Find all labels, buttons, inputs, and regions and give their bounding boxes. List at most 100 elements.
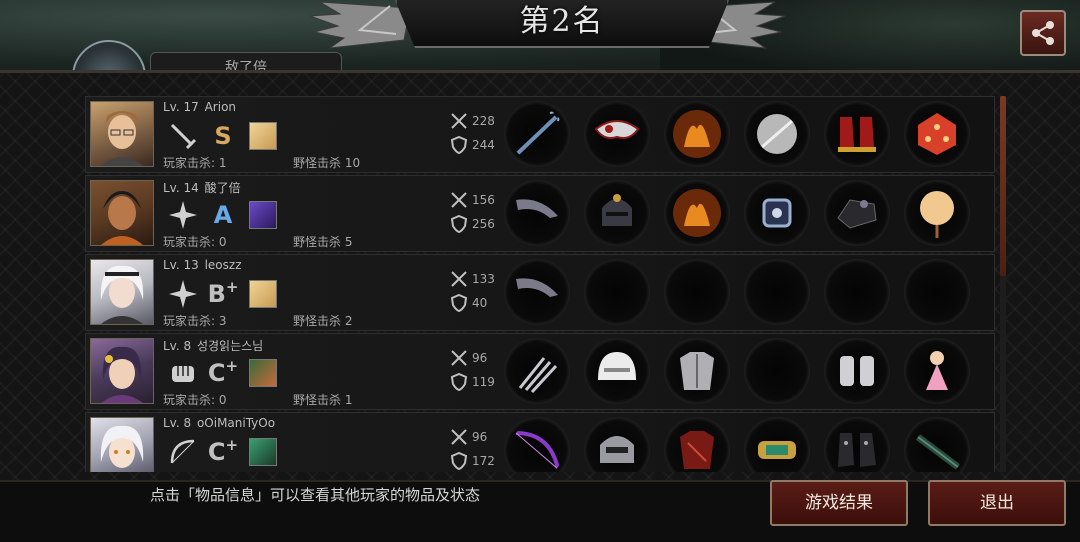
- bow-icon: [163, 435, 203, 469]
- exit-button[interactable]: 退出: [928, 480, 1066, 526]
- skill-icon[interactable]: [249, 359, 277, 387]
- item-slot-weapon[interactable]: [504, 259, 570, 325]
- item-slot-head[interactable]: [584, 417, 650, 472]
- player-grade: C+: [207, 436, 239, 466]
- share-icon: [1032, 21, 1054, 45]
- player-grade: S: [214, 122, 232, 150]
- player-name: 酸了倍: [204, 181, 241, 195]
- player-avatar[interactable]: [90, 180, 154, 246]
- defense-value: 119: [472, 375, 495, 389]
- defense-value: 256: [472, 217, 495, 231]
- monster-kills: 野怪击杀 5: [293, 235, 353, 249]
- player-avatar[interactable]: [90, 338, 154, 404]
- item-slot-special[interactable]: [904, 101, 970, 167]
- steel-helmet-icon: [600, 436, 634, 463]
- item-slot-armor[interactable]: [664, 180, 730, 246]
- skill-icon[interactable]: [249, 122, 277, 150]
- item-slot-boots[interactable]: [824, 259, 890, 325]
- item-slot-head[interactable]: [584, 101, 650, 167]
- item-slot-boots[interactable]: [824, 417, 890, 472]
- item-slot-armor[interactable]: [664, 417, 730, 472]
- gauntlet-icon: [840, 356, 874, 386]
- shield-icon: [450, 294, 468, 312]
- player-grade: B+: [207, 278, 239, 308]
- player-grade: C+: [207, 357, 239, 387]
- attack-value: 96: [472, 351, 488, 365]
- item-slot-boots[interactable]: [824, 180, 890, 246]
- purple-bow-icon: [515, 431, 560, 470]
- item-slot-special[interactable]: [904, 417, 970, 472]
- player-row[interactable]: Lv. 14 酸了倍 A 玩家击杀: 0 野怪击杀 5 156 256: [85, 175, 995, 252]
- attack-icon: [451, 350, 467, 366]
- dark-boots-icon: [838, 433, 876, 467]
- player-avatar[interactable]: [90, 259, 154, 325]
- bracelet-icon: [762, 198, 792, 228]
- player-list[interactable]: Lv. 17 Arion S 玩家击杀: 1 野怪击杀 10 228 244 Lv…: [85, 96, 995, 472]
- item-slot-accessory[interactable]: [744, 417, 810, 472]
- game-result-button[interactable]: 游戏结果: [770, 480, 908, 526]
- item-slot-special[interactable]: [904, 259, 970, 325]
- page-title: 第2名: [519, 4, 605, 39]
- gold-bracer-icon: [758, 441, 796, 459]
- item-slot-armor[interactable]: [664, 101, 730, 167]
- attack-icon: [451, 271, 467, 287]
- lollipop-icon: [920, 191, 954, 238]
- attack-value: 156: [472, 193, 495, 207]
- player-kills: 玩家击杀: 3 野怪击杀 2: [163, 314, 353, 328]
- boomerang-icon: [516, 278, 558, 297]
- shuriken-icon: [163, 198, 203, 232]
- share-button[interactable]: [1020, 10, 1066, 56]
- spyglass-icon: [915, 434, 961, 470]
- player-name: Arion: [204, 100, 237, 114]
- player-avatar[interactable]: [90, 417, 154, 472]
- shield-icon: [450, 215, 468, 233]
- player-name: 성경읽는스님: [196, 339, 264, 353]
- item-slot-accessory[interactable]: [744, 101, 810, 167]
- rank-title-plate: 第2名: [395, 0, 729, 48]
- item-slot-head[interactable]: [584, 259, 650, 325]
- plate-armor-icon: [680, 352, 714, 390]
- item-slot-accessory[interactable]: [744, 338, 810, 404]
- item-slot-armor[interactable]: [664, 259, 730, 325]
- player-kills: 玩家击杀: 1 野怪击杀 10: [163, 156, 361, 170]
- player-level: Lv. 17 Arion: [163, 100, 237, 114]
- attack-value: 96: [472, 430, 488, 444]
- item-slot-accessory[interactable]: [744, 180, 810, 246]
- item-slot-weapon[interactable]: [504, 180, 570, 246]
- player-row[interactable]: Lv. 17 Arion S 玩家击杀: 1 野怪击杀 10 228 244: [85, 96, 995, 173]
- red-boots-icon: [838, 117, 876, 152]
- player-name: oOiManiTyOo: [196, 416, 276, 430]
- player-avatar[interactable]: [90, 101, 154, 167]
- shield-icon: [450, 452, 468, 470]
- item-slot-special[interactable]: [904, 338, 970, 404]
- item-slot-weapon[interactable]: [504, 417, 570, 472]
- item-slot-boots[interactable]: [824, 338, 890, 404]
- monster-kills: 野怪击杀 2: [293, 314, 353, 328]
- hint-text: 点击「物品信息」可以查看其他玩家的物品及状态: [150, 486, 481, 504]
- scrollbar-thumb[interactable]: [1000, 96, 1006, 276]
- red-dice-icon: [918, 113, 956, 155]
- skill-icon[interactable]: [249, 438, 277, 466]
- player-row[interactable]: Lv. 8 성경읽는스님 C+ 玩家击杀: 0 野怪击杀 1 96 119: [85, 333, 995, 410]
- item-slot-weapon[interactable]: [504, 338, 570, 404]
- shield-icon: [450, 373, 468, 391]
- item-slot-special[interactable]: [904, 180, 970, 246]
- item-slot-weapon[interactable]: [504, 101, 570, 167]
- player-name: leoszz: [204, 258, 242, 272]
- player-level: Lv. 8 oOiManiTyOo: [163, 416, 276, 430]
- player-level: Lv. 13 leoszz: [163, 258, 242, 272]
- player-level: Lv. 8 성경읽는스님: [163, 339, 264, 353]
- item-slot-armor[interactable]: [664, 338, 730, 404]
- player-kills: 玩家击杀: 0 野怪击杀 5: [163, 235, 353, 249]
- flame-armor-icon: [673, 110, 721, 158]
- claw-icon: [518, 357, 558, 394]
- player-row[interactable]: Lv. 13 leoszz B+ 玩家击杀: 3 野怪击杀 2 133 40: [85, 254, 995, 331]
- skill-icon[interactable]: [249, 280, 277, 308]
- item-slot-head[interactable]: [584, 180, 650, 246]
- item-slot-accessory[interactable]: [744, 259, 810, 325]
- skill-icon[interactable]: [249, 201, 277, 229]
- item-slot-head[interactable]: [584, 338, 650, 404]
- item-slot-boots[interactable]: [824, 101, 890, 167]
- sword-icon: [163, 119, 203, 153]
- player-row[interactable]: Lv. 8 oOiManiTyOo C+ 96 172: [85, 412, 995, 472]
